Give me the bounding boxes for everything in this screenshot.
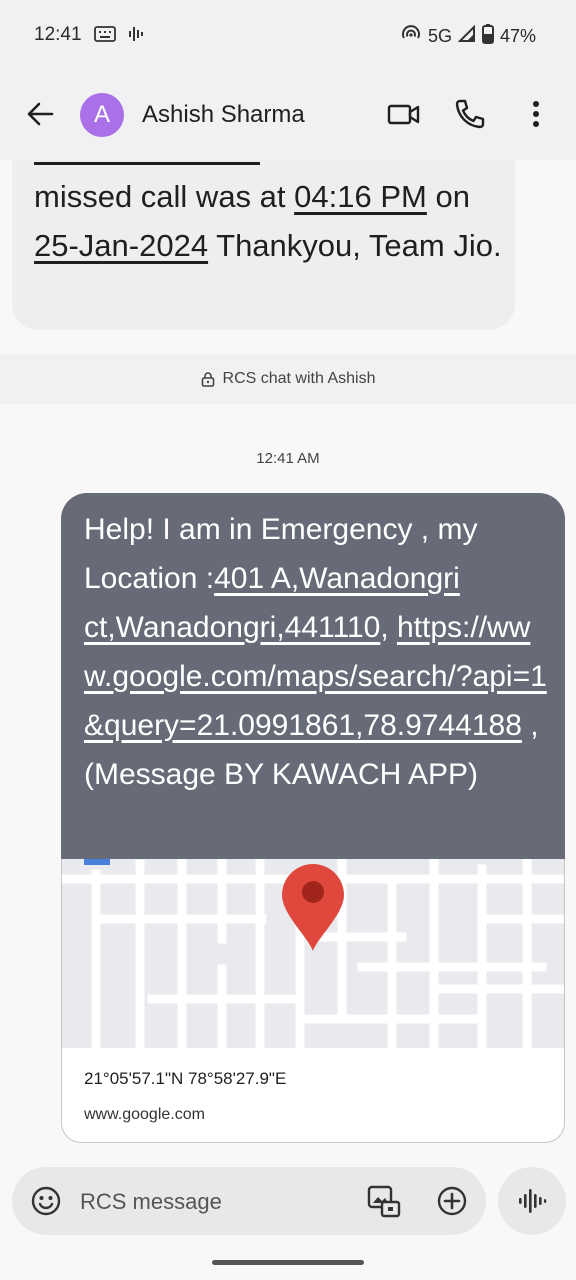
time-link[interactable]: 04:16 PM bbox=[294, 179, 427, 214]
back-button[interactable] bbox=[22, 96, 58, 132]
underline-fragment bbox=[34, 162, 260, 165]
received-message-bubble[interactable]: missed call was at 04:16 PM on 25-Jan-20… bbox=[12, 160, 515, 330]
rcs-chat-banner: RCS chat with Ashish bbox=[0, 354, 576, 404]
avatar[interactable]: A bbox=[80, 93, 124, 137]
gallery-icon[interactable] bbox=[366, 1183, 402, 1219]
keyboard-notification-icon bbox=[93, 24, 117, 49]
voice-message-button[interactable] bbox=[498, 1167, 566, 1235]
waveform-icon bbox=[519, 1189, 547, 1213]
map-thumbnail bbox=[62, 859, 564, 1048]
phone-icon bbox=[455, 99, 485, 129]
hotspot-icon bbox=[400, 24, 422, 49]
status-right: 5G 47% bbox=[400, 24, 536, 49]
more-vert-icon bbox=[533, 101, 539, 127]
received-message-text: missed call was at 04:16 PM on 25-Jan-20… bbox=[34, 179, 502, 263]
conversation-header: A Ashish Sharma bbox=[0, 70, 576, 160]
map-preview-card[interactable]: 21°05'57.1"N 78°58'27.9"E www.google.com bbox=[61, 859, 565, 1143]
map-pin-icon bbox=[282, 864, 344, 951]
network-type: 5G bbox=[427, 26, 452, 46]
voice-call-button[interactable] bbox=[452, 96, 488, 132]
message-composer bbox=[12, 1167, 486, 1235]
map-coordinates: 21°05'57.1"N 78°58'27.9"E bbox=[84, 1069, 287, 1088]
avatar-letter: A bbox=[93, 101, 110, 128]
video-call-button[interactable] bbox=[386, 96, 422, 132]
sent-message-bubble[interactable]: Help! I am in Emergency , my Location :4… bbox=[61, 493, 565, 859]
status-bar: 12:41 5G 47% bbox=[0, 0, 576, 70]
map-site: www.google.com bbox=[84, 1106, 205, 1123]
status-time: 12:41 bbox=[34, 24, 82, 45]
sent-message-text: Help! I am in Emergency , my Location :4… bbox=[84, 513, 547, 791]
battery-level: 47% bbox=[499, 26, 536, 46]
contact-name[interactable]: Ashish Sharma bbox=[142, 101, 305, 129]
video-camera-icon bbox=[387, 104, 420, 125]
rcs-banner-text: RCS chat with Ashish bbox=[222, 370, 376, 387]
navigation-handle[interactable] bbox=[212, 1260, 364, 1265]
back-arrow-icon bbox=[27, 102, 54, 126]
emoji-icon[interactable] bbox=[30, 1185, 62, 1217]
lock-icon bbox=[201, 372, 214, 387]
message-timestamp: 12:41 AM bbox=[256, 450, 320, 467]
sound-wave-icon bbox=[128, 24, 146, 49]
date-link[interactable]: 25-Jan-2024 bbox=[34, 228, 208, 263]
add-icon[interactable] bbox=[436, 1185, 468, 1217]
signal-icon bbox=[457, 24, 476, 48]
message-input[interactable] bbox=[78, 1181, 352, 1223]
battery-icon bbox=[481, 24, 494, 49]
more-options-button[interactable] bbox=[520, 96, 552, 132]
